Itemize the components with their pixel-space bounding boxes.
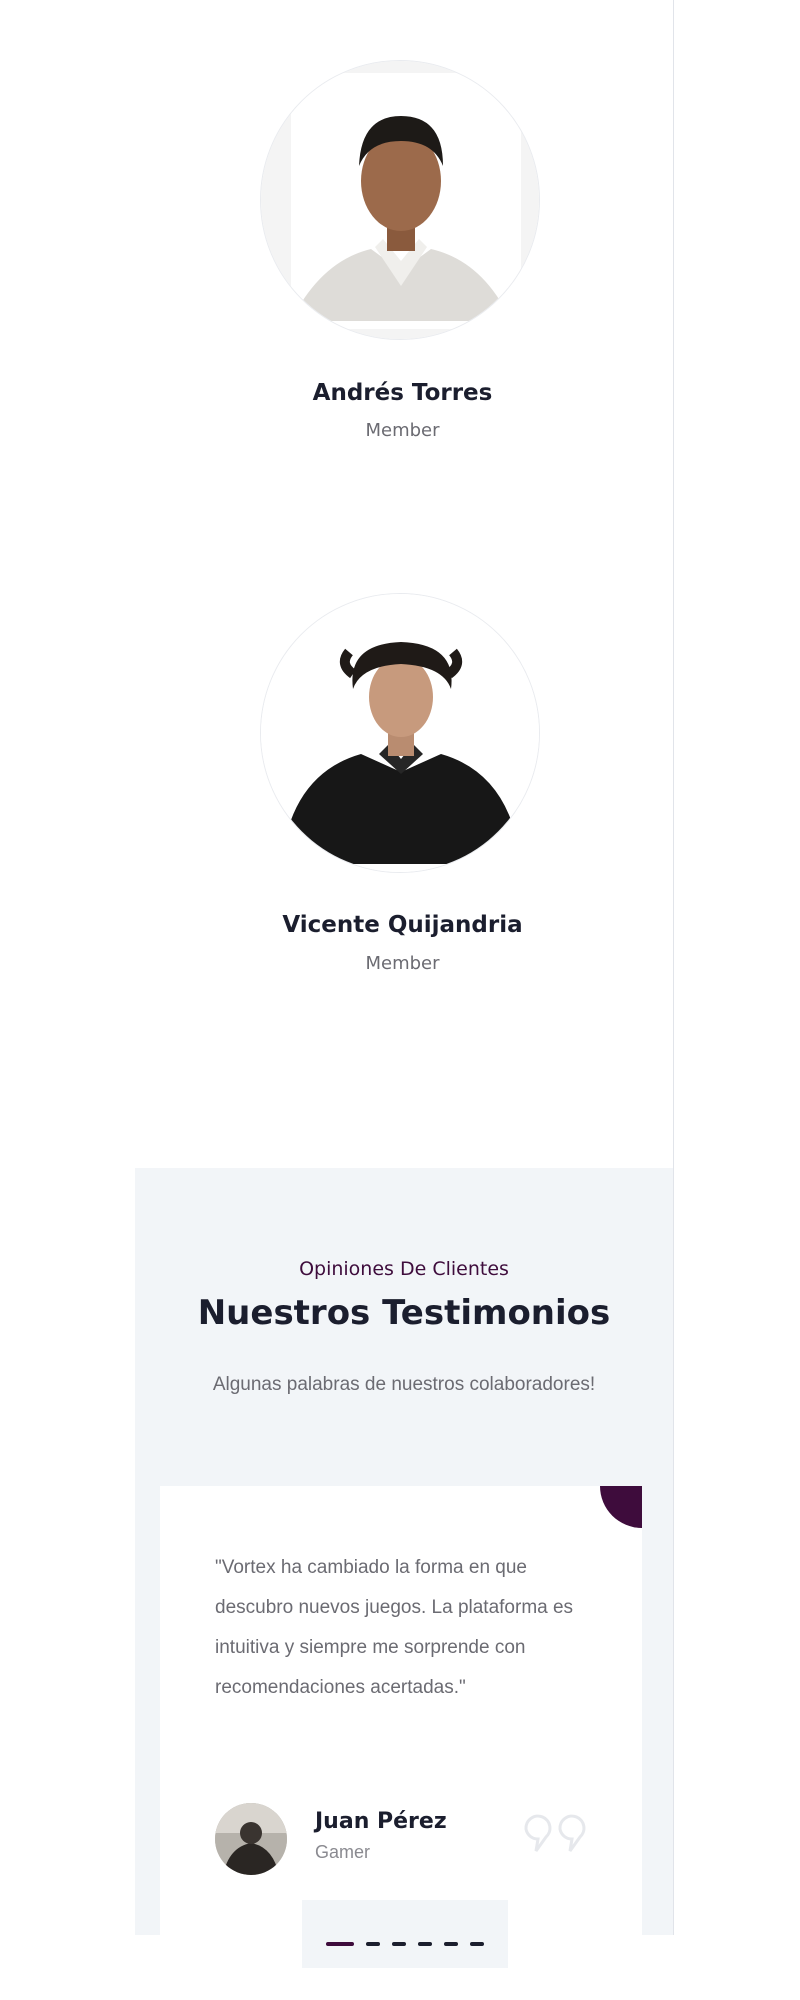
content-divider bbox=[673, 0, 674, 1935]
member-role: Member bbox=[365, 420, 440, 441]
pager-dot-6[interactable] bbox=[470, 1942, 484, 1946]
member-avatar-vicente bbox=[260, 593, 540, 873]
member-avatar-andres bbox=[260, 60, 540, 340]
avatar bbox=[215, 1803, 287, 1875]
member-role: Member bbox=[365, 953, 440, 974]
member-name: Andrés Torres bbox=[312, 380, 493, 406]
card-corner-accent bbox=[600, 1486, 642, 1528]
author-name: Juan Pérez bbox=[315, 1809, 447, 1834]
avatar-photo bbox=[261, 61, 539, 339]
carousel-pagination bbox=[302, 1900, 508, 1968]
pager-dot-1[interactable] bbox=[326, 1942, 354, 1946]
avatar-photo bbox=[261, 594, 539, 872]
testimonials-section: Opiniones De Clientes Nuestros Testimoni… bbox=[135, 1168, 673, 1935]
member-name: Vicente Quijandria bbox=[282, 912, 523, 938]
section-subtitle: Algunas palabras de nuestros colaborador… bbox=[212, 1374, 596, 1395]
quote-icon bbox=[524, 1814, 586, 1852]
pager-dot-5[interactable] bbox=[444, 1942, 458, 1946]
pager-dot-4[interactable] bbox=[418, 1942, 432, 1946]
testimonial-quote: "Vortex ha cambiado la forma en que desc… bbox=[215, 1557, 574, 1698]
pager-dot-3[interactable] bbox=[392, 1942, 406, 1946]
author-role: Gamer bbox=[315, 1842, 371, 1862]
pager-dot-2[interactable] bbox=[366, 1942, 380, 1946]
section-title: Nuestros Testimonios bbox=[197, 1293, 611, 1333]
author-photo bbox=[215, 1803, 287, 1875]
testimonial-card: "Vortex ha cambiado la forma en que desc… bbox=[160, 1486, 642, 1935]
section-kicker: Opiniones De Clientes bbox=[299, 1258, 509, 1280]
